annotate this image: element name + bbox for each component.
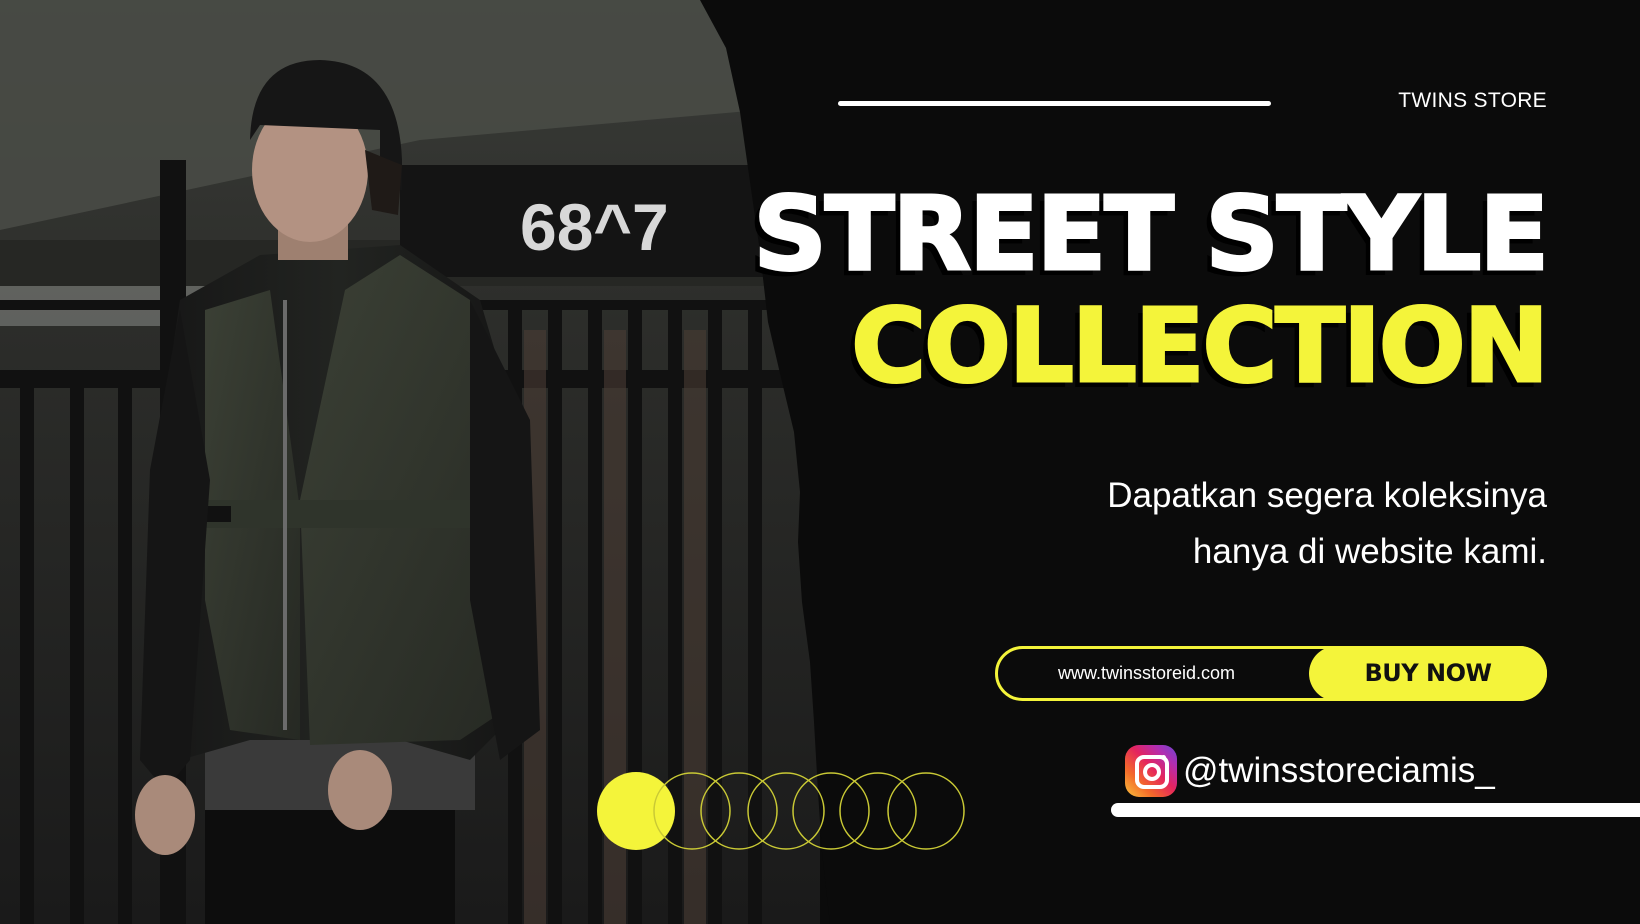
filled-circle <box>597 772 675 850</box>
outline-circle <box>792 772 870 850</box>
outline-circle <box>887 772 965 850</box>
tagline-line-2: hanya di website kami. <box>1192 532 1547 571</box>
instagram-handle: @twinsstoreciamis_ <box>1183 751 1495 790</box>
outline-circle <box>700 772 778 850</box>
instagram-icon <box>1125 745 1177 797</box>
website-link[interactable]: www.twinsstoreid.com <box>1058 649 1235 698</box>
headline-collection: COLLECTION <box>850 287 1551 406</box>
tagline-line-1: Dapatkan segera koleksinya <box>1107 476 1547 515</box>
tagline: Dapatkan segera koleksinya hanya di webs… <box>1107 468 1547 580</box>
instagram-handle-row[interactable]: @twinsstoreciamis_ <box>1125 744 1495 798</box>
decorative-circles <box>597 772 965 850</box>
buy-now-button[interactable]: BUY NOW <box>1309 646 1547 701</box>
bottom-divider <box>1111 803 1640 817</box>
headline-street-style: STREET STYLE <box>752 175 1551 294</box>
brand-name: TWINS STORE <box>1398 89 1547 112</box>
cta-bar: www.twinsstoreid.com BUY NOW <box>995 646 1547 701</box>
outline-circle <box>747 772 825 850</box>
outline-circle <box>839 772 917 850</box>
top-divider <box>838 101 1271 106</box>
